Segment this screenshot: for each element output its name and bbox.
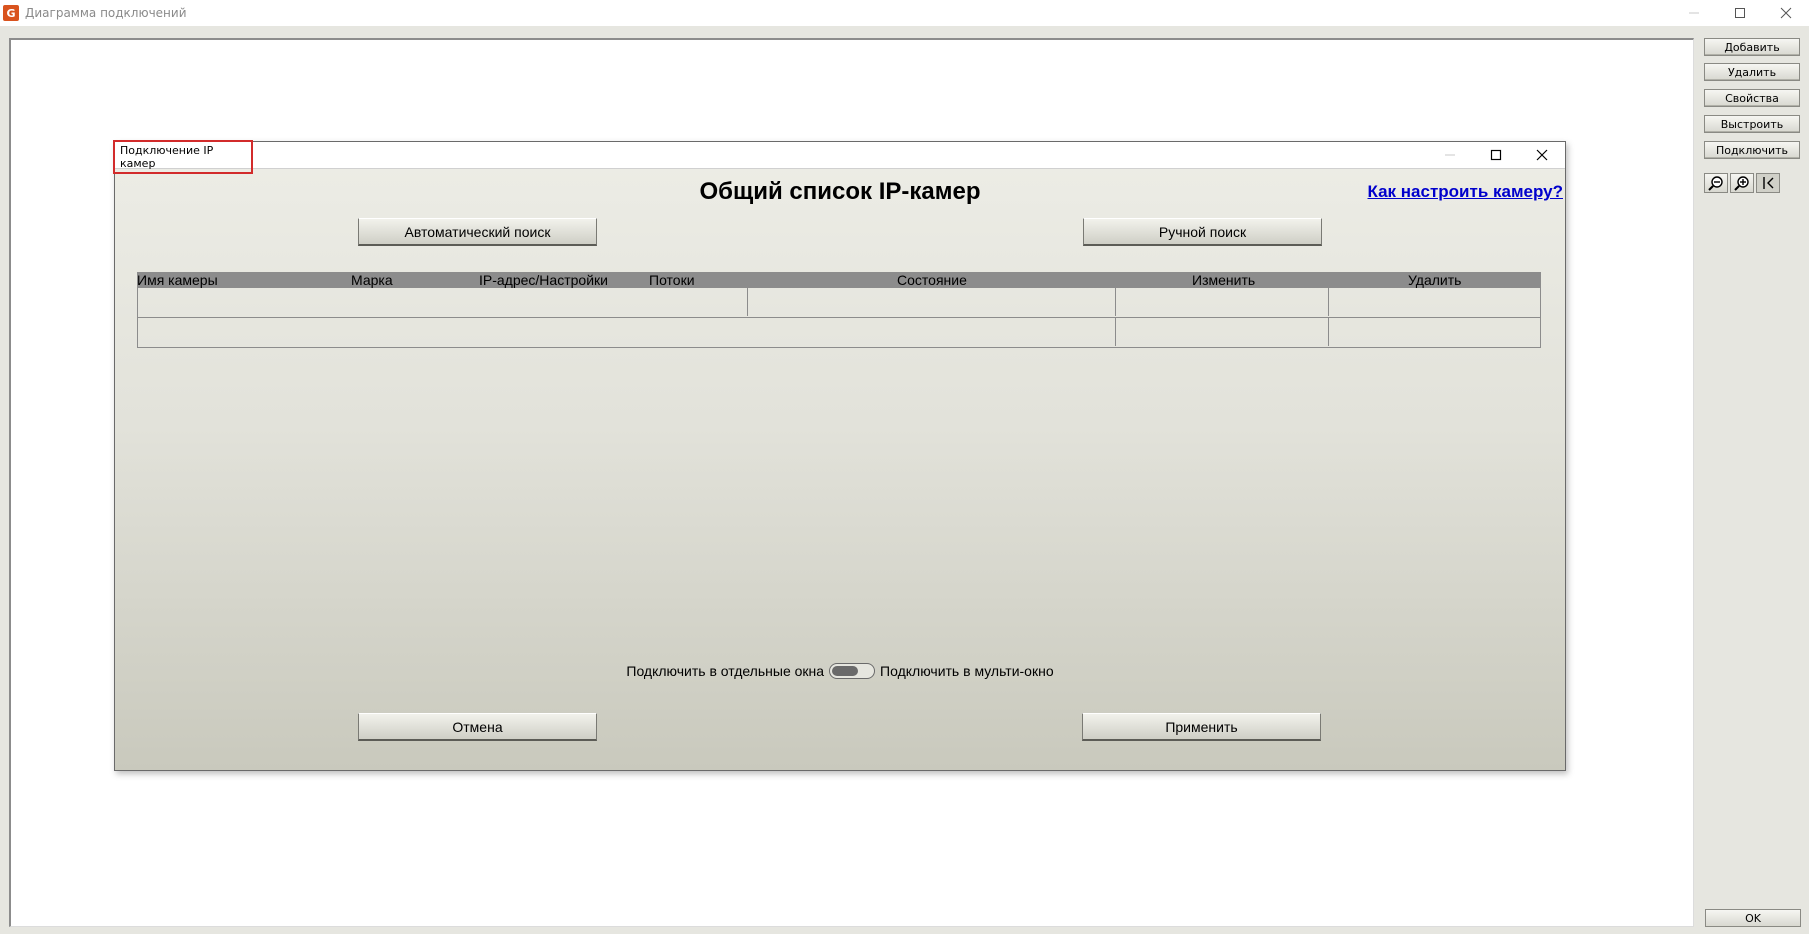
properties-button[interactable]: Свойства [1704, 89, 1800, 107]
table-cell [138, 288, 748, 316]
toggle-knob [832, 666, 859, 676]
dialog-title-highlight: Подключение IP камер [113, 140, 253, 174]
toggle-right-label: Подключить в мульти-окно [880, 663, 1054, 679]
minimize-button[interactable] [1671, 0, 1717, 26]
table-cell [1116, 318, 1329, 346]
dialog-maximize-button[interactable] [1473, 142, 1519, 168]
zoom-in-icon [1734, 176, 1749, 191]
cancel-button[interactable]: Отмена [358, 713, 597, 741]
add-button[interactable]: Добавить [1704, 38, 1800, 56]
dialog-window-controls [1427, 142, 1565, 168]
close-icon [1780, 7, 1792, 19]
dialog-minimize-button[interactable] [1427, 142, 1473, 168]
zoom-in-button[interactable] [1730, 173, 1754, 193]
window-controls [1671, 0, 1809, 26]
fit-icon [1763, 177, 1774, 189]
column-header-streams[interactable]: Потоки [649, 272, 695, 288]
maximize-button[interactable] [1717, 0, 1763, 26]
camera-help-link[interactable]: Как настроить камеру? [1368, 182, 1563, 202]
toggle-left-label: Подключить в отдельные окна [626, 663, 825, 679]
zoom-toolbar [1704, 173, 1780, 193]
column-header-state[interactable]: Состояние [897, 272, 967, 288]
dialog-close-button[interactable] [1519, 142, 1565, 168]
zoom-out-button[interactable] [1704, 173, 1728, 193]
dialog-titlebar: Подключение IP камер [113, 140, 1565, 174]
apply-button[interactable]: Применить [1082, 713, 1321, 741]
column-header-camera-name[interactable]: Имя камеры [137, 272, 218, 288]
delete-button[interactable]: Удалить [1704, 63, 1800, 81]
column-header-ip-settings[interactable]: IP-адрес/Настройки [479, 272, 608, 288]
window-title: Диаграмма подключений [25, 6, 187, 20]
minimize-icon [1689, 12, 1699, 14]
dialog-heading: Общий список IP-камер [699, 178, 981, 205]
table-cell [138, 318, 1116, 346]
table-row[interactable] [137, 318, 1541, 348]
app-icon: G [3, 5, 19, 21]
close-button[interactable] [1763, 0, 1809, 26]
minimize-icon [1445, 154, 1455, 156]
table-header: Имя камеры Марка IP-адрес/Настройки Пото… [137, 272, 1541, 288]
arrange-button[interactable]: Выстроить [1704, 115, 1800, 133]
fit-button[interactable] [1756, 173, 1780, 193]
camera-table: Имя камеры Марка IP-адрес/Настройки Пото… [137, 272, 1541, 348]
table-row[interactable] [137, 288, 1541, 318]
main-titlebar: G Диаграмма подключений [0, 0, 1809, 26]
window-mode-toggle-row: Подключить в отдельные окна Подключить в… [115, 663, 1565, 679]
column-header-brand[interactable]: Марка [351, 272, 393, 288]
auto-search-button[interactable]: Автоматический поиск [358, 218, 597, 246]
ok-button[interactable]: OK [1705, 909, 1801, 927]
ip-camera-dialog: Подключение IP камер Общий список IP-кам… [113, 140, 1566, 771]
maximize-icon [1490, 149, 1502, 161]
column-header-edit[interactable]: Изменить [1192, 272, 1255, 288]
connect-button[interactable]: Подключить [1704, 141, 1800, 159]
zoom-out-icon [1708, 176, 1723, 191]
side-panel: Добавить Удалить Свойства Выстроить Подк… [1698, 38, 1809, 934]
table-cell [1116, 288, 1329, 316]
close-icon [1536, 149, 1548, 161]
column-header-delete[interactable]: Удалить [1408, 272, 1461, 288]
window-mode-toggle[interactable] [829, 663, 876, 679]
dialog-title: Подключение IP камер [120, 144, 214, 170]
maximize-icon [1735, 8, 1745, 18]
table-cell [748, 288, 1116, 316]
manual-search-button[interactable]: Ручной поиск [1083, 218, 1322, 246]
